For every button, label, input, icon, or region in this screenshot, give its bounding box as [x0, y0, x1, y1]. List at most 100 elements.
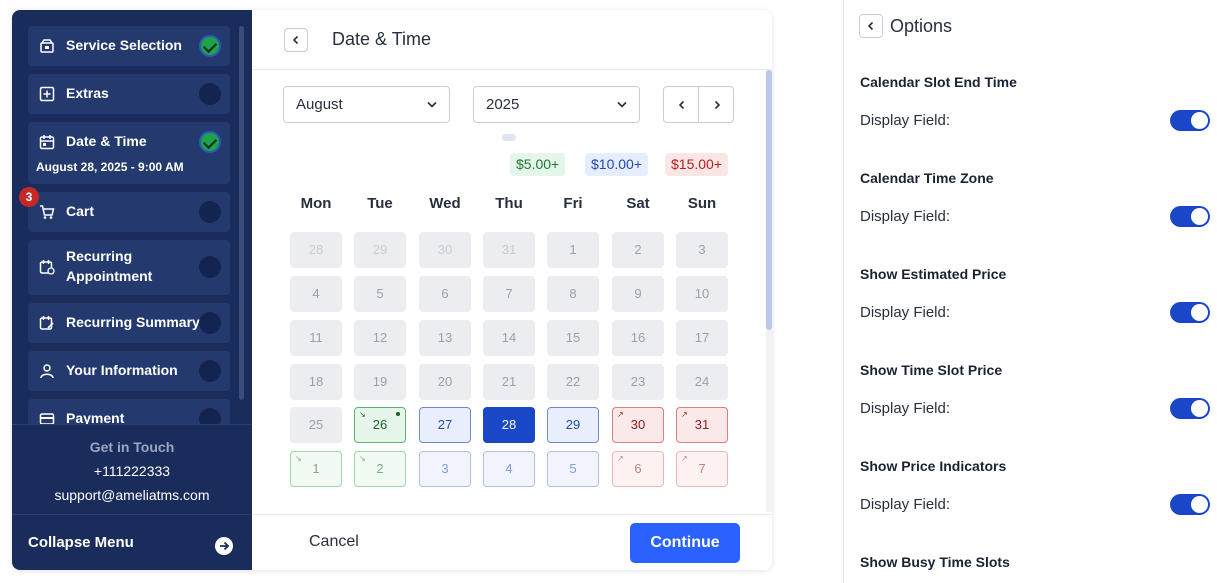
option-title: Calendar Slot End Time — [860, 74, 1017, 90]
options-back-button[interactable] — [859, 14, 883, 38]
continue-button[interactable]: Continue — [630, 523, 740, 563]
step-done-check-icon — [199, 131, 221, 153]
recurring-calendar-icon — [39, 260, 55, 275]
step-status-dot — [199, 83, 221, 105]
cancel-button[interactable]: Cancel — [309, 533, 359, 551]
calendar-day: 20 — [419, 364, 471, 400]
calendar-day-selected[interactable]: 28 — [483, 407, 535, 443]
step-payment[interactable]: Payment — [28, 399, 230, 424]
step-date-time[interactable]: Date & Time August 28, 2025 - 9:00 AM — [28, 122, 230, 184]
chevron-left-icon — [292, 35, 299, 45]
calendar-day-next-month[interactable]: ↗ 7 — [676, 451, 728, 487]
extras-plus-icon — [39, 86, 55, 102]
back-button[interactable] — [284, 28, 308, 52]
month-select[interactable]: August — [283, 86, 450, 123]
option-title: Calendar Time Zone — [860, 170, 994, 186]
calendar-day: 30 — [419, 232, 471, 268]
scrollbar-thumb[interactable] — [766, 70, 772, 330]
option-toggle[interactable] — [1170, 494, 1210, 515]
calendar-day-next-month[interactable]: 4 — [483, 451, 535, 487]
calendar-day: 21 — [483, 364, 535, 400]
option-field-label: Display Field: — [860, 304, 951, 321]
arrow-right-icon — [215, 537, 233, 555]
calendar-day: 6 — [419, 276, 471, 312]
content-scrollbar[interactable] — [766, 70, 772, 512]
user-icon — [40, 364, 54, 379]
option-toggle[interactable] — [1170, 206, 1210, 227]
step-label: Recurring Summary — [66, 314, 200, 330]
calendar-day: 4 — [290, 276, 342, 312]
option-field-label: Display Field: — [860, 112, 951, 129]
cart-count-badge: 3 — [19, 187, 39, 207]
day-number: 31 — [694, 417, 710, 432]
sidebar-scrollbar[interactable] — [239, 26, 244, 400]
calendar-day: 22 — [547, 364, 599, 400]
options-title: Options — [890, 16, 953, 36]
step-status-dot — [199, 408, 221, 424]
weekday-label: Mon — [300, 195, 332, 212]
calendar-day-available[interactable]: ↘ 26 — [354, 407, 406, 443]
calendar-day-available[interactable]: 27 — [419, 407, 471, 443]
calendar-day: 8 — [547, 276, 599, 312]
step-your-information[interactable]: Your Information — [28, 351, 230, 391]
weekday-label: Thu — [495, 195, 523, 212]
options-panel: Options Calendar Slot End Time Display F… — [843, 0, 1217, 583]
calendar-day-next-month[interactable]: ↗ 6 — [612, 451, 664, 487]
calendar-day: 25 — [290, 407, 342, 443]
calendar-day-next-month[interactable]: 5 — [547, 451, 599, 487]
calendar-day: 23 — [612, 364, 664, 400]
price-high-icon: ↗ — [681, 410, 688, 419]
calendar-day: 7 — [483, 276, 535, 312]
calendar-day: 16 — [612, 320, 664, 356]
contact-phone[interactable]: +111222333 — [12, 463, 252, 479]
calendar-day-available[interactable]: 29 — [547, 407, 599, 443]
calendar-day-next-month[interactable]: ↘ 1 — [290, 451, 342, 487]
step-status-dot — [199, 256, 221, 278]
option-toggle[interactable] — [1170, 302, 1210, 323]
step-label: Date & Time — [66, 133, 147, 149]
step-label: Your Information — [66, 362, 178, 378]
step-status-dot — [199, 312, 221, 334]
year-value: 2025 — [486, 96, 520, 113]
service-icon — [40, 39, 54, 53]
calendar-day-available[interactable]: ↗ 30 — [612, 407, 664, 443]
step-service-selection[interactable]: Service Selection — [28, 26, 230, 66]
main-footer: Cancel Continue — [252, 514, 772, 570]
collapse-menu-button[interactable]: Collapse Menu — [12, 514, 252, 570]
collapse-menu-label: Collapse Menu — [28, 534, 134, 551]
day-number: 26 — [372, 417, 388, 432]
contact-email[interactable]: support@ameliatms.com — [12, 487, 252, 503]
main-panel: Date & Time August 2025 $5.00+ $10.00+ $… — [252, 10, 772, 570]
loading-indicator — [502, 134, 516, 141]
step-label: Extras — [66, 85, 109, 101]
calendar-day: 9 — [612, 276, 664, 312]
calendar-day: 19 — [354, 364, 406, 400]
option-title: Show Busy Time Slots — [860, 554, 1010, 570]
day-number: 2 — [376, 461, 384, 476]
option-title: Show Estimated Price — [860, 266, 1007, 282]
next-month-button[interactable] — [698, 86, 734, 123]
booking-widget: Service Selection Extras Date & Time Aug… — [12, 10, 772, 570]
option-toggle[interactable] — [1170, 398, 1210, 419]
calendar-day: 31 — [483, 232, 535, 268]
year-select[interactable]: 2025 — [473, 86, 640, 123]
step-extras[interactable]: Extras — [28, 74, 230, 114]
weekday-label: Tue — [367, 195, 393, 212]
calendar-day-next-month[interactable]: ↘ 2 — [354, 451, 406, 487]
calendar-day: 29 — [354, 232, 406, 268]
calendar-day-available[interactable]: ↗ 31 — [676, 407, 728, 443]
price-indicator-medium: $10.00+ — [585, 153, 648, 176]
price-low-icon: ↘ — [295, 454, 302, 463]
option-toggle[interactable] — [1170, 110, 1210, 131]
steps-list: Service Selection Extras Date & Time Aug… — [12, 10, 252, 424]
cart-icon — [40, 205, 55, 219]
prev-month-button[interactable] — [663, 86, 699, 123]
step-cart[interactable]: Cart — [28, 192, 230, 232]
calendar-day: 28 — [290, 232, 342, 268]
step-recurring-summary[interactable]: Recurring Summary — [28, 303, 230, 343]
price-low-icon: ↘ — [359, 454, 366, 463]
day-number: 1 — [312, 461, 320, 476]
calendar-day-next-month[interactable]: 3 — [419, 451, 471, 487]
calendar-icon — [39, 135, 55, 150]
step-recurring-appointment[interactable]: Recurring Appointment — [28, 240, 230, 295]
